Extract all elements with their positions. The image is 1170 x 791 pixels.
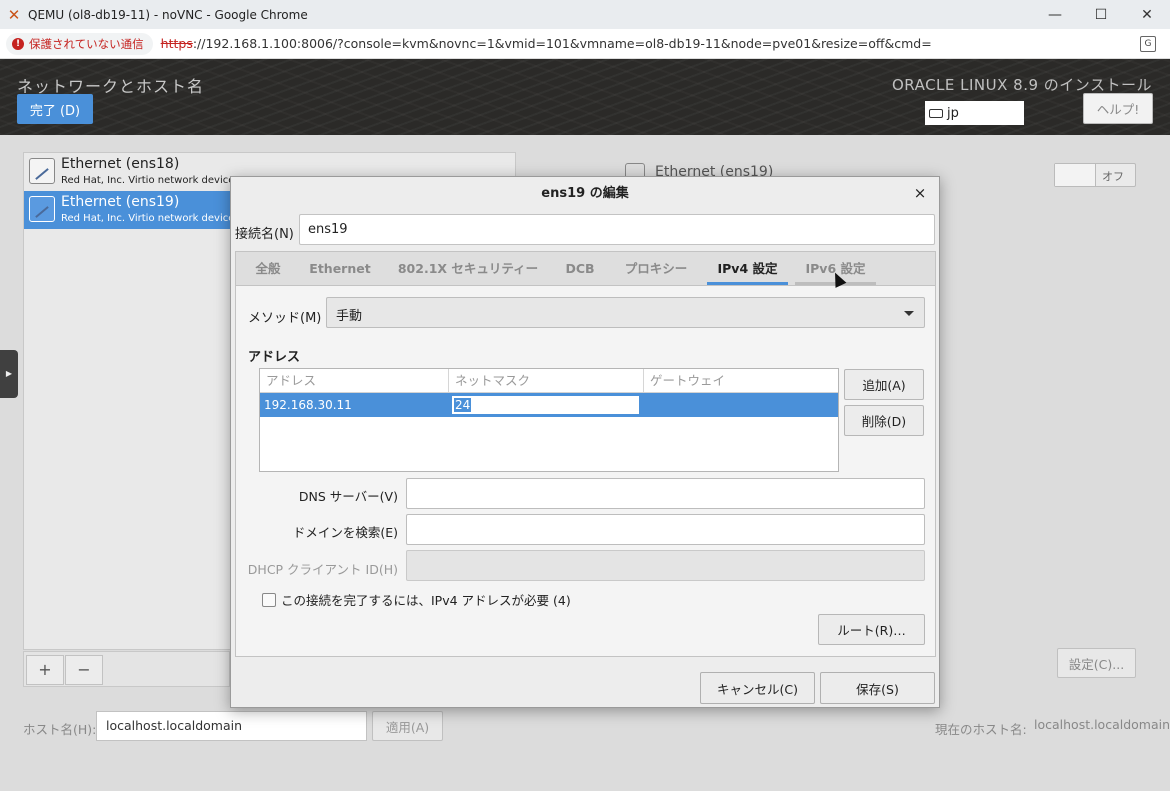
add-device-button[interactable]: + (26, 655, 64, 685)
require-ipv4-label: この接続を完了するには、IPv4 アドレスが必要 (4) (281, 593, 571, 608)
insecure-label: 保護されていない通信 (29, 36, 144, 51)
column-header-gateway[interactable]: ゲートウェイ (644, 369, 838, 392)
dialog-title: ens19 の編集 (541, 186, 629, 201)
search-domain-label: ドメインを検索(E) (292, 525, 398, 540)
cancel-button[interactable]: キャンセル(C) (700, 672, 815, 704)
window-controls: — ☐ ✕ (1032, 0, 1170, 29)
current-hostname-value: localhost.localdomain (1034, 717, 1170, 732)
installer-header: ネットワークとホスト名 完了 (D) ORACLE LINUX 8.9 のインス… (0, 59, 1170, 135)
security-chip[interactable]: ! 保護されていない通信 (6, 32, 153, 55)
keyboard-layout-indicator[interactable]: jp (925, 101, 1024, 125)
add-address-button[interactable]: 追加(A) (844, 369, 924, 400)
dhcp-client-id-input (406, 550, 925, 581)
delete-address-button[interactable]: 削除(D) (844, 405, 924, 436)
network-device-icon (29, 158, 55, 184)
maximize-button[interactable]: ☐ (1078, 0, 1124, 29)
minimize-button[interactable]: — (1032, 0, 1078, 29)
connection-name-input[interactable]: ens19 (299, 214, 935, 245)
require-ipv4-checkbox[interactable] (262, 592, 276, 607)
url-rest: ://192.168.1.100:8006/?console=kvm&novnc… (192, 36, 932, 51)
cell-netmask-editor[interactable]: 24 (451, 395, 640, 415)
tab-dcb[interactable]: DCB (561, 252, 599, 285)
cell-netmask: 24 (454, 398, 472, 412)
hostname-input[interactable]: localhost.localdomain (96, 711, 367, 741)
method-label: メソッド(M) (248, 311, 322, 326)
search-domain-input[interactable] (406, 514, 925, 545)
product-title: ORACLE LINUX 8.9 のインストール (891, 76, 1152, 94)
edit-connection-dialog: ens19 の編集 × 接続名(N) ens19 全般 Ethernet 802… (230, 176, 940, 708)
url-scheme: https (160, 36, 193, 51)
tab-ipv4-settings[interactable]: IPv4 設定 (707, 252, 788, 285)
side-panel-handle[interactable]: ▶ (0, 350, 18, 398)
routes-button[interactable]: ルート(R)… (818, 614, 925, 645)
device-name: Ethernet (ens18) (61, 156, 180, 172)
keyboard-icon (929, 108, 943, 118)
help-button[interactable]: ヘルプ! (1083, 93, 1153, 124)
device-list-toolbar: + − (23, 651, 230, 687)
column-header-netmask[interactable]: ネットマスク (449, 369, 644, 392)
dhcp-client-id-label: DHCP クライアント ID(H) (247, 562, 398, 577)
connection-name-label: 接続名(N) (235, 227, 294, 242)
close-icon[interactable]: × (911, 184, 929, 202)
apply-hostname-button[interactable]: 適用(A) (372, 711, 443, 741)
address-bar[interactable]: ! 保護されていない通信 https://192.168.1.100:8006/… (0, 29, 1170, 59)
dns-input[interactable] (406, 478, 925, 509)
require-ipv4-checkbox-row[interactable]: この接続を完了するには、IPv4 アドレスが必要 (4) (262, 590, 571, 609)
method-value: 手動 (336, 309, 363, 324)
device-description: Red Hat, Inc. Virtio network device (61, 213, 235, 224)
tab-proxy[interactable]: プロキシー (619, 252, 693, 285)
toggle-label: オフ (1102, 170, 1124, 183)
warning-icon: ! (12, 37, 24, 50)
window-title: QEMU (ol8-db19-11) - noVNC - Google Chro… (28, 7, 308, 22)
hostname-label: ホスト名(H): (23, 722, 97, 737)
tab-general[interactable]: 全般 (250, 252, 286, 285)
address-heading: アドレス (248, 350, 301, 365)
window-titlebar: ✕ QEMU (ol8-db19-11) - noVNC - Google Ch… (0, 0, 1170, 29)
device-name: Ethernet (ens19) (61, 194, 180, 210)
dns-label: DNS サーバー(V) (298, 489, 398, 504)
keyboard-layout-value: jp (947, 105, 959, 121)
close-window-button[interactable]: ✕ (1124, 0, 1170, 29)
chevron-down-icon (904, 311, 914, 316)
address-table[interactable]: アドレス ネットマスク ゲートウェイ 192.168.30.11 24 (259, 368, 839, 472)
network-device-icon (29, 196, 55, 222)
method-dropdown[interactable]: 手動 (326, 297, 925, 328)
tab-ethernet[interactable]: Ethernet (306, 252, 374, 285)
save-button[interactable]: 保存(S) (820, 672, 935, 704)
toggle-knob (1055, 164, 1096, 186)
table-row[interactable]: 192.168.30.11 24 (260, 393, 838, 417)
url-text[interactable]: https://192.168.1.100:8006/?console=kvm&… (161, 36, 932, 51)
tab-8021x-security[interactable]: 802.1X セキュリティー (394, 252, 542, 285)
cell-address[interactable]: 192.168.30.11 (264, 393, 352, 417)
settings-notebook: 全般 Ethernet 802.1X セキュリティー DCB プロキシー IPv… (235, 251, 936, 657)
tab-bar: 全般 Ethernet 802.1X セキュリティー DCB プロキシー IPv… (236, 252, 935, 286)
done-button[interactable]: 完了 (D) (17, 94, 93, 124)
remove-device-button[interactable]: − (65, 655, 103, 685)
device-description: Red Hat, Inc. Virtio network device (61, 175, 235, 186)
configure-button[interactable]: 設定(C)... (1057, 648, 1136, 678)
translate-icon[interactable]: G (1140, 36, 1156, 52)
address-table-header: アドレス ネットマスク ゲートウェイ (260, 369, 838, 393)
column-header-address[interactable]: アドレス (260, 369, 449, 392)
current-hostname-label: 現在のホスト名: (935, 722, 1027, 737)
qemu-icon: ✕ (7, 5, 21, 24)
device-toggle[interactable]: オフ (1054, 163, 1136, 187)
